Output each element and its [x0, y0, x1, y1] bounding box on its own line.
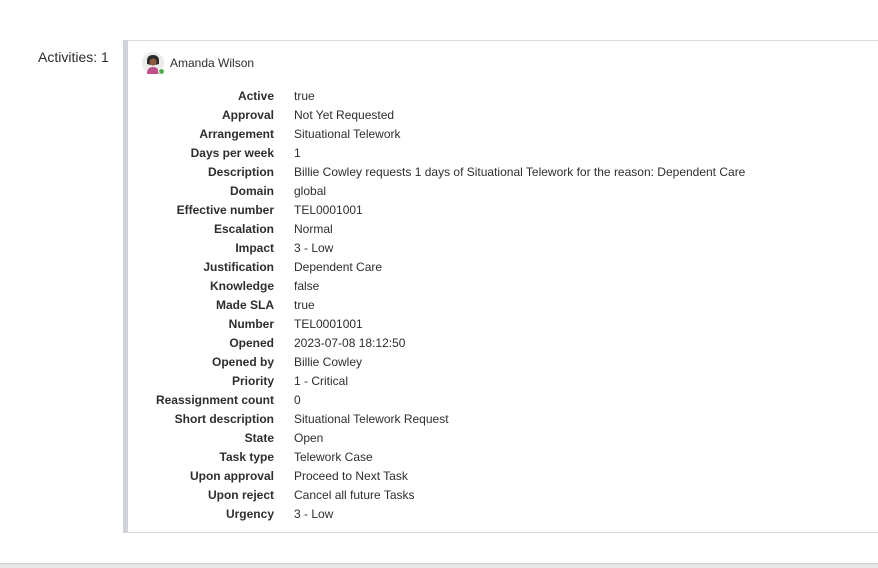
- field-value: Open: [294, 430, 324, 445]
- field-label: State: [244, 430, 274, 445]
- field-value: Normal: [294, 221, 333, 236]
- field-row: Approval Not Yet Requested: [128, 105, 878, 124]
- field-value: true: [294, 297, 315, 312]
- field-value: 2023-07-08 18:12:50: [294, 335, 406, 350]
- field-label: Effective number: [176, 202, 274, 217]
- field-row: Upon approval Proceed to Next Task: [128, 466, 878, 485]
- field-label: Days per week: [190, 145, 274, 160]
- field-label: Opened: [229, 335, 274, 350]
- field-value: Situational Telework Request: [294, 411, 449, 426]
- bottom-divider: [0, 563, 878, 568]
- field-value: Not Yet Requested: [294, 107, 395, 122]
- field-value: true: [294, 88, 315, 103]
- field-value: Proceed to Next Task: [294, 468, 408, 483]
- field-label: Urgency: [225, 506, 274, 521]
- field-row: Urgency 3 - Low: [128, 504, 878, 523]
- field-value: 3 - Low: [294, 506, 334, 521]
- field-row: Domain global: [128, 181, 878, 200]
- field-row: Opened 2023-07-08 18:12:50: [128, 333, 878, 352]
- field-row: Upon reject Cancel all future Tasks: [128, 485, 878, 504]
- field-label: Knowledge: [209, 278, 274, 293]
- field-value: Cancel all future Tasks: [294, 487, 415, 502]
- field-value: 1: [294, 145, 301, 160]
- field-value: Situational Telework: [294, 126, 401, 141]
- field-label: Task type: [219, 449, 274, 464]
- field-label: Active: [237, 88, 274, 103]
- field-label: Reassignment count: [155, 392, 274, 407]
- field-value: Dependent Care: [294, 259, 383, 274]
- field-row: Impact 3 - Low: [128, 238, 878, 257]
- field-row: Effective number TEL0001001: [128, 200, 878, 219]
- field-row: Arrangement Situational Telework: [128, 124, 878, 143]
- activity-card: Amanda Wilson Active true Approval Not Yet …: [123, 40, 878, 533]
- field-label: Impact: [235, 240, 274, 255]
- field-row: Justification Dependent Care: [128, 257, 878, 276]
- field-value: Billie Cowley: [294, 354, 363, 369]
- field-value: Telework Case: [294, 449, 373, 464]
- field-value: TEL0001001: [294, 202, 363, 217]
- field-row: Reassignment count 0: [128, 390, 878, 409]
- field-row: Active true: [128, 86, 878, 105]
- field-row: State Open: [128, 428, 878, 447]
- activity-author-name: Amanda Wilson: [170, 56, 255, 70]
- field-label: Justification: [203, 259, 274, 274]
- field-value: 3 - Low: [294, 240, 334, 255]
- field-row: Task type Telework Case: [128, 447, 878, 466]
- field-label: Short description: [174, 411, 274, 426]
- field-label: Made SLA: [215, 297, 274, 312]
- field-label: Description: [207, 164, 274, 179]
- field-row: Made SLA true: [128, 295, 878, 314]
- field-label: Number: [228, 316, 274, 331]
- field-row: Description Billie Cowley requests 1 days…: [128, 162, 878, 181]
- field-value: Billie Cowley requests 1 days of Situati…: [294, 164, 746, 179]
- field-label: Escalation: [213, 221, 274, 236]
- activities-count-label: Activities: 1: [38, 49, 109, 65]
- field-value: false: [294, 278, 320, 293]
- field-value: TEL0001001: [294, 316, 363, 331]
- field-value: 1 - Critical: [294, 373, 349, 388]
- field-row: Days per week 1: [128, 143, 878, 162]
- field-row: Number TEL0001001: [128, 314, 878, 333]
- field-row: Escalation Normal: [128, 219, 878, 238]
- field-label: Priority: [231, 373, 274, 388]
- field-value: 0: [294, 392, 301, 407]
- activity-header: Amanda Wilson: [142, 51, 254, 75]
- activity-fields: Active true Approval Not Yet Requested Arran…: [128, 86, 878, 523]
- user-avatar-icon[interactable]: [142, 52, 165, 75]
- field-label: Opened by: [211, 354, 274, 369]
- field-row: Short description Situational Telework Re…: [128, 409, 878, 428]
- field-value: global: [294, 183, 327, 198]
- field-row: Knowledge false: [128, 276, 878, 295]
- field-label: Arrangement: [199, 126, 274, 141]
- field-row: Priority 1 - Critical: [128, 371, 878, 390]
- field-label: Upon reject: [207, 487, 274, 502]
- online-presence-icon: [158, 68, 165, 75]
- field-label: Domain: [229, 183, 274, 198]
- field-row: Opened by Billie Cowley: [128, 352, 878, 371]
- field-label: Upon approval: [189, 468, 274, 483]
- field-label: Approval: [221, 107, 274, 122]
